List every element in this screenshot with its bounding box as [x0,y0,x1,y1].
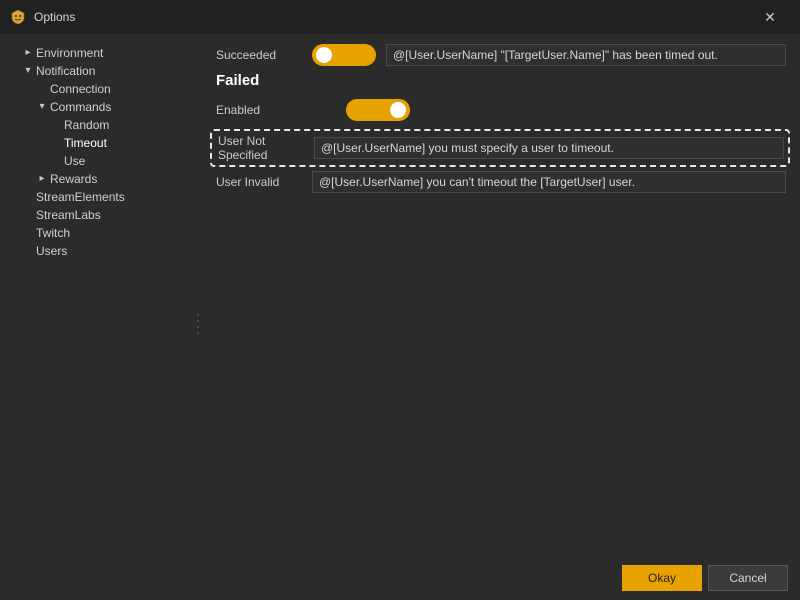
succeeded-toggle[interactable] [312,44,376,66]
window-title: Options [34,10,75,24]
tree-item-rewards[interactable]: ▸Rewards [34,170,194,188]
enabled-row: Enabled [214,99,786,121]
body: ▸Environment ▾Notification ▸Connection ▾… [0,34,800,556]
tree-item-notification[interactable]: ▾Notification [20,62,194,80]
tree-item-label: StreamElements [36,188,125,206]
user-not-specified-label: User Not Specified [216,134,314,162]
chevron-right-icon: ▸ [36,170,48,188]
close-button[interactable]: ✕ [748,0,792,34]
succeeded-input[interactable] [386,44,786,66]
chevron-down-icon: ▾ [22,62,34,80]
tree-item-label: Rewards [50,170,97,188]
ok-button[interactable]: Okay [622,565,702,591]
tree-item-random[interactable]: ▸Random [48,116,194,134]
tree-item-commands[interactable]: ▾Commands [34,98,194,116]
toggle-knob [390,102,406,118]
tree-item-environment[interactable]: ▸Environment [20,44,194,62]
highlighted-field: User Not Specified [210,129,790,167]
tree-item-label: Notification [36,62,95,80]
succeeded-row: Succeeded [214,44,786,66]
tree-item-label: Twitch [36,224,70,242]
nav-tree: ▸Environment ▾Notification ▸Connection ▾… [6,44,194,260]
tree-item-label: Random [64,116,109,134]
tree-item-label: Users [36,242,67,260]
user-not-specified-input[interactable] [314,137,784,159]
chevron-right-icon: ▸ [22,44,34,62]
tree-item-label: Environment [36,44,103,62]
tree-item-label: Use [64,152,85,170]
tree-item-label: Connection [50,80,111,98]
toggle-knob [316,47,332,63]
failed-heading: Failed [216,72,786,89]
tree-item-label: StreamLabs [36,206,101,224]
footer: Okay Cancel [0,556,800,600]
close-icon: ✕ [764,10,776,24]
tree-item-users[interactable]: ▸Users [20,242,194,260]
user-invalid-label: User Invalid [214,175,312,189]
main-panel: Succeeded Failed Enabled User Not Specif… [200,34,800,556]
tree-item-streamlabs[interactable]: ▸StreamLabs [20,206,194,224]
options-window: Options ✕ ▸Environment ▾Notification ▸Co… [0,0,800,600]
tree-item-use[interactable]: ▸Use [48,152,194,170]
user-not-specified-row: User Not Specified [216,134,784,162]
enabled-toggle[interactable] [346,99,410,121]
tree-item-label: Timeout [64,134,107,152]
ok-button-label: Okay [648,571,676,585]
succeeded-label: Succeeded [214,48,312,62]
user-invalid-row: User Invalid [214,171,786,193]
sidebar: ▸Environment ▾Notification ▸Connection ▾… [0,34,200,556]
cancel-button[interactable]: Cancel [708,565,788,591]
tree-item-twitch[interactable]: ▸Twitch [20,224,194,242]
tree-item-label: Commands [50,98,111,116]
chevron-down-icon: ▾ [36,98,48,116]
titlebar: Options ✕ [0,0,800,34]
app-icon [10,9,26,25]
tree-item-connection[interactable]: ▸Connection [34,80,194,98]
user-invalid-input[interactable] [312,171,786,193]
tree-item-timeout[interactable]: ▸Timeout [48,134,194,152]
cancel-button-label: Cancel [729,571,766,585]
tree-item-streamelements[interactable]: ▸StreamElements [20,188,194,206]
enabled-label: Enabled [214,103,346,117]
